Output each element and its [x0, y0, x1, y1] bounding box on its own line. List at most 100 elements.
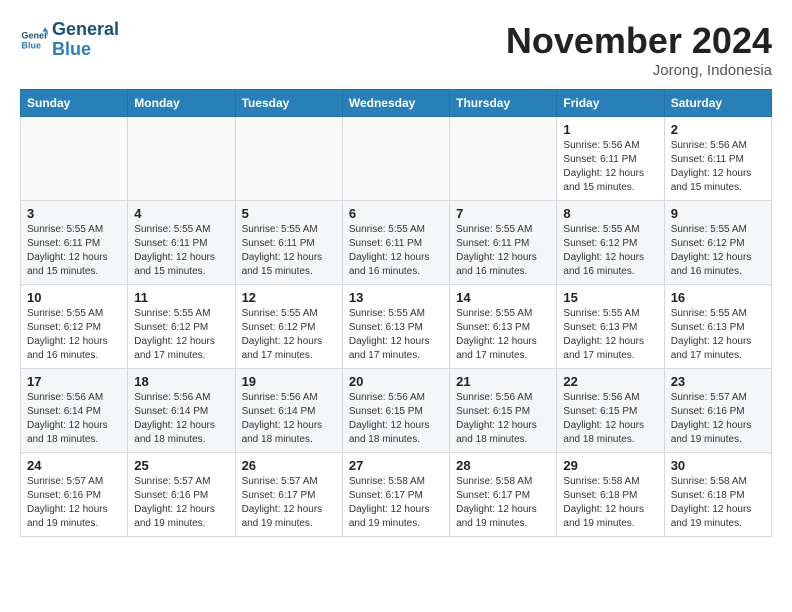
- day-info: Sunrise: 5:56 AM Sunset: 6:11 PM Dayligh…: [671, 139, 765, 195]
- day-cell: 5 Sunrise: 5:55 AM Sunset: 6:11 PM Daylig…: [235, 201, 342, 285]
- day-cell: 15 Sunrise: 5:55 AM Sunset: 6:13 PM Dayli…: [557, 285, 664, 369]
- svg-text:General: General: [21, 30, 48, 40]
- logo-text: General Blue: [52, 20, 119, 60]
- day-cell: 24 Sunrise: 5:57 AM Sunset: 6:16 PM Dayli…: [21, 453, 128, 537]
- day-info: Sunrise: 5:55 AM Sunset: 6:13 PM Dayligh…: [349, 307, 443, 363]
- day-info: Sunrise: 5:57 AM Sunset: 6:16 PM Dayligh…: [27, 475, 121, 531]
- day-cell: 27 Sunrise: 5:58 AM Sunset: 6:17 PM Dayli…: [342, 453, 449, 537]
- day-cell: 1 Sunrise: 5:56 AM Sunset: 6:11 PM Daylig…: [557, 117, 664, 201]
- day-cell: [21, 117, 128, 201]
- day-number: 16: [671, 290, 765, 305]
- header-row: SundayMondayTuesdayWednesdayThursdayFrid…: [21, 90, 772, 117]
- day-cell: 25 Sunrise: 5:57 AM Sunset: 6:16 PM Dayli…: [128, 453, 235, 537]
- week-row-3: 10Sunrise: 5:55 AM Sunset: 6:12 PM Dayli…: [21, 285, 772, 369]
- day-cell: 7Sunrise: 5:55 AM Sunset: 6:11 PM Daylig…: [450, 201, 557, 285]
- day-number: 30: [671, 458, 765, 473]
- day-number: 2: [671, 122, 765, 137]
- day-cell: 18 Sunrise: 5:56 AM Sunset: 6:14 PM Dayli…: [128, 369, 235, 453]
- day-cell: [128, 117, 235, 201]
- day-info: Sunrise: 5:55 AM Sunset: 6:13 PM Dayligh…: [671, 307, 765, 363]
- col-header-sunday: Sunday: [21, 90, 128, 117]
- day-cell: 12 Sunrise: 5:55 AM Sunset: 6:12 PM Dayli…: [235, 285, 342, 369]
- day-info: Sunrise: 5:58 AM Sunset: 6:18 PM Dayligh…: [563, 475, 657, 531]
- col-header-thursday: Thursday: [450, 90, 557, 117]
- day-number: 6: [349, 206, 443, 221]
- day-cell: [235, 117, 342, 201]
- day-info: Sunrise: 5:58 AM Sunset: 6:18 PM Dayligh…: [671, 475, 765, 531]
- day-number: 22: [563, 374, 657, 389]
- day-info: Sunrise: 5:57 AM Sunset: 6:17 PM Dayligh…: [242, 475, 336, 531]
- svg-text:Blue: Blue: [21, 40, 41, 50]
- col-header-friday: Friday: [557, 90, 664, 117]
- logo: General Blue General Blue: [20, 20, 119, 60]
- day-cell: 30 Sunrise: 5:58 AM Sunset: 6:18 PM Dayli…: [664, 453, 771, 537]
- day-number: 12: [242, 290, 336, 305]
- logo-icon: General Blue: [20, 26, 48, 54]
- day-cell: 3 Sunrise: 5:55 AM Sunset: 6:11 PM Daylig…: [21, 201, 128, 285]
- day-number: 26: [242, 458, 336, 473]
- day-info: Sunrise: 5:57 AM Sunset: 6:16 PM Dayligh…: [671, 391, 765, 447]
- week-row-2: 3 Sunrise: 5:55 AM Sunset: 6:11 PM Daylig…: [21, 201, 772, 285]
- col-header-tuesday: Tuesday: [235, 90, 342, 117]
- day-number: 1: [563, 122, 657, 137]
- day-info: Sunrise: 5:56 AM Sunset: 6:14 PM Dayligh…: [242, 391, 336, 447]
- day-info: Sunrise: 5:56 AM Sunset: 6:15 PM Dayligh…: [349, 391, 443, 447]
- col-header-wednesday: Wednesday: [342, 90, 449, 117]
- day-info: Sunrise: 5:55 AM Sunset: 6:12 PM Dayligh…: [671, 223, 765, 279]
- day-number: 8: [563, 206, 657, 221]
- day-number: 5: [242, 206, 336, 221]
- title-block: November 2024 Jorong, Indonesia: [506, 20, 772, 79]
- day-info: Sunrise: 5:57 AM Sunset: 6:16 PM Dayligh…: [134, 475, 228, 531]
- day-number: 15: [563, 290, 657, 305]
- day-cell: 11Sunrise: 5:55 AM Sunset: 6:12 PM Dayli…: [128, 285, 235, 369]
- day-cell: 21 Sunrise: 5:56 AM Sunset: 6:15 PM Dayli…: [450, 369, 557, 453]
- day-info: Sunrise: 5:55 AM Sunset: 6:11 PM Dayligh…: [242, 223, 336, 279]
- day-number: 7: [456, 206, 550, 221]
- day-info: Sunrise: 5:56 AM Sunset: 6:15 PM Dayligh…: [456, 391, 550, 447]
- day-number: 13: [349, 290, 443, 305]
- day-number: 11: [134, 290, 228, 305]
- day-cell: 2 Sunrise: 5:56 AM Sunset: 6:11 PM Daylig…: [664, 117, 771, 201]
- col-header-saturday: Saturday: [664, 90, 771, 117]
- day-info: Sunrise: 5:58 AM Sunset: 6:17 PM Dayligh…: [349, 475, 443, 531]
- day-info: Sunrise: 5:56 AM Sunset: 6:14 PM Dayligh…: [27, 391, 121, 447]
- day-number: 17: [27, 374, 121, 389]
- day-number: 21: [456, 374, 550, 389]
- day-cell: 16 Sunrise: 5:55 AM Sunset: 6:13 PM Dayli…: [664, 285, 771, 369]
- day-info: Sunrise: 5:55 AM Sunset: 6:11 PM Dayligh…: [349, 223, 443, 279]
- day-info: Sunrise: 5:55 AM Sunset: 6:13 PM Dayligh…: [456, 307, 550, 363]
- day-number: 19: [242, 374, 336, 389]
- day-cell: 10Sunrise: 5:55 AM Sunset: 6:12 PM Dayli…: [21, 285, 128, 369]
- day-cell: 19 Sunrise: 5:56 AM Sunset: 6:14 PM Dayli…: [235, 369, 342, 453]
- day-info: Sunrise: 5:56 AM Sunset: 6:15 PM Dayligh…: [563, 391, 657, 447]
- day-cell: [342, 117, 449, 201]
- day-number: 23: [671, 374, 765, 389]
- day-number: 3: [27, 206, 121, 221]
- day-info: Sunrise: 5:55 AM Sunset: 6:12 PM Dayligh…: [27, 307, 121, 363]
- logo-line1: General: [52, 20, 119, 40]
- day-number: 9: [671, 206, 765, 221]
- day-number: 27: [349, 458, 443, 473]
- day-cell: 14Sunrise: 5:55 AM Sunset: 6:13 PM Dayli…: [450, 285, 557, 369]
- day-cell: 13 Sunrise: 5:55 AM Sunset: 6:13 PM Dayli…: [342, 285, 449, 369]
- day-cell: 29Sunrise: 5:58 AM Sunset: 6:18 PM Dayli…: [557, 453, 664, 537]
- day-number: 18: [134, 374, 228, 389]
- calendar-table: SundayMondayTuesdayWednesdayThursdayFrid…: [20, 89, 772, 537]
- day-info: Sunrise: 5:55 AM Sunset: 6:12 PM Dayligh…: [242, 307, 336, 363]
- week-row-1: 1 Sunrise: 5:56 AM Sunset: 6:11 PM Daylig…: [21, 117, 772, 201]
- day-number: 25: [134, 458, 228, 473]
- day-cell: 9 Sunrise: 5:55 AM Sunset: 6:12 PM Daylig…: [664, 201, 771, 285]
- day-cell: 28Sunrise: 5:58 AM Sunset: 6:17 PM Dayli…: [450, 453, 557, 537]
- day-info: Sunrise: 5:55 AM Sunset: 6:13 PM Dayligh…: [563, 307, 657, 363]
- day-info: Sunrise: 5:56 AM Sunset: 6:14 PM Dayligh…: [134, 391, 228, 447]
- day-info: Sunrise: 5:56 AM Sunset: 6:11 PM Dayligh…: [563, 139, 657, 195]
- day-cell: 17 Sunrise: 5:56 AM Sunset: 6:14 PM Dayli…: [21, 369, 128, 453]
- logo-line2: Blue: [52, 40, 119, 60]
- day-number: 4: [134, 206, 228, 221]
- day-info: Sunrise: 5:55 AM Sunset: 6:11 PM Dayligh…: [27, 223, 121, 279]
- day-cell: [450, 117, 557, 201]
- day-number: 24: [27, 458, 121, 473]
- day-number: 20: [349, 374, 443, 389]
- day-cell: 8Sunrise: 5:55 AM Sunset: 6:12 PM Daylig…: [557, 201, 664, 285]
- calendar-body: 1 Sunrise: 5:56 AM Sunset: 6:11 PM Daylig…: [21, 117, 772, 537]
